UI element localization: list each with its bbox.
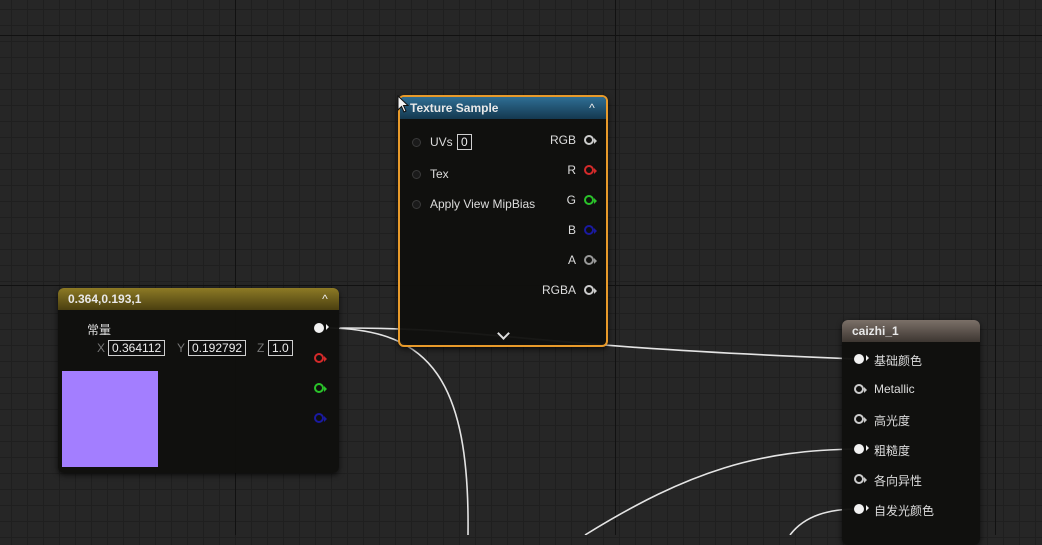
output-pin-a[interactable] bbox=[584, 255, 597, 265]
z-axis-label: Z bbox=[257, 341, 265, 355]
output-pin-g[interactable] bbox=[584, 195, 597, 205]
input-pin-roughness[interactable] bbox=[854, 444, 869, 454]
tex-input-pin[interactable] bbox=[412, 170, 421, 179]
input-pin-metallic[interactable] bbox=[854, 384, 867, 394]
constant3vector-header[interactable]: 0.364,0.193,1 bbox=[58, 288, 339, 310]
constant-output-label: 常量 bbox=[87, 323, 112, 337]
output-label-rgba: RGBA bbox=[541, 283, 576, 297]
output-label-b: B bbox=[567, 223, 576, 237]
cursor-icon bbox=[397, 95, 409, 113]
color-preview-swatch bbox=[62, 371, 158, 467]
x-value-field[interactable]: 0.364112 bbox=[108, 340, 166, 356]
output-label-r: R bbox=[567, 163, 576, 177]
wire-roughness bbox=[584, 448, 859, 535]
input-pin-emissive[interactable] bbox=[854, 504, 869, 514]
texture-sample-header[interactable]: Texture Sample bbox=[400, 97, 606, 119]
input-label-metallic: Metallic bbox=[874, 382, 915, 396]
z-value-field[interactable]: 1.0 bbox=[268, 340, 293, 356]
output-pin-r[interactable] bbox=[584, 165, 597, 175]
constant3vector-title: 0.364,0.193,1 bbox=[68, 292, 142, 306]
mipbias-label: Apply View MipBias bbox=[430, 197, 536, 211]
tex-label: Tex bbox=[430, 167, 449, 181]
input-label-roughness: 粗糙度 bbox=[874, 444, 911, 458]
constant-output-pin-r[interactable] bbox=[314, 353, 327, 363]
input-label-specular: 高光度 bbox=[874, 414, 911, 428]
input-label-anisotropy: 各向异性 bbox=[874, 474, 923, 488]
output-label-g: G bbox=[566, 193, 576, 207]
constant-output-pin[interactable] bbox=[314, 323, 329, 333]
constant3vector-node[interactable]: 0.364,0.193,1 ^ 常量 X 0.364112 Y 0.192792… bbox=[58, 288, 339, 473]
y-axis-label: Y bbox=[177, 341, 186, 355]
chevron-down-icon[interactable] bbox=[497, 327, 510, 340]
mipbias-input-pin[interactable] bbox=[412, 200, 421, 209]
output-label-a: A bbox=[567, 253, 576, 267]
input-pin-specular[interactable] bbox=[854, 414, 867, 424]
output-pin-rgba[interactable] bbox=[584, 285, 597, 295]
input-pin-base-color[interactable] bbox=[854, 354, 869, 364]
uvs-value-field[interactable]: 0 bbox=[457, 134, 472, 150]
y-value-field[interactable]: 0.192792 bbox=[188, 340, 247, 356]
input-label-base-color: 基础颜色 bbox=[874, 354, 923, 368]
x-axis-label: X bbox=[97, 341, 106, 355]
texture-sample-title: Texture Sample bbox=[410, 101, 499, 115]
material-result-header[interactable]: caizhi_1 bbox=[842, 320, 980, 342]
output-pin-b[interactable] bbox=[584, 225, 597, 235]
wire-constant-down bbox=[329, 327, 469, 535]
texture-sample-node[interactable]: Texture Sample ^ UVs 0 Tex Apply View Mi… bbox=[398, 95, 608, 347]
uvs-input-pin[interactable] bbox=[412, 138, 421, 147]
material-title: caizhi_1 bbox=[852, 324, 899, 338]
collapse-icon[interactable]: ^ bbox=[319, 293, 331, 305]
input-label-emissive: 自发光颜色 bbox=[874, 504, 935, 518]
constant-output-pin-b[interactable] bbox=[314, 413, 327, 423]
output-pin-rgb[interactable] bbox=[584, 135, 597, 145]
collapse-icon[interactable]: ^ bbox=[586, 102, 598, 114]
input-pin-anisotropy[interactable] bbox=[854, 474, 867, 484]
constant-output-pin-g[interactable] bbox=[314, 383, 327, 393]
material-result-node[interactable]: caizhi_1 基础颜色 Metallic 高光度 粗糙度 各向异性 自发光颜… bbox=[842, 320, 980, 545]
uvs-label: UVs bbox=[430, 135, 453, 149]
output-label-rgb: RGB bbox=[549, 133, 576, 147]
